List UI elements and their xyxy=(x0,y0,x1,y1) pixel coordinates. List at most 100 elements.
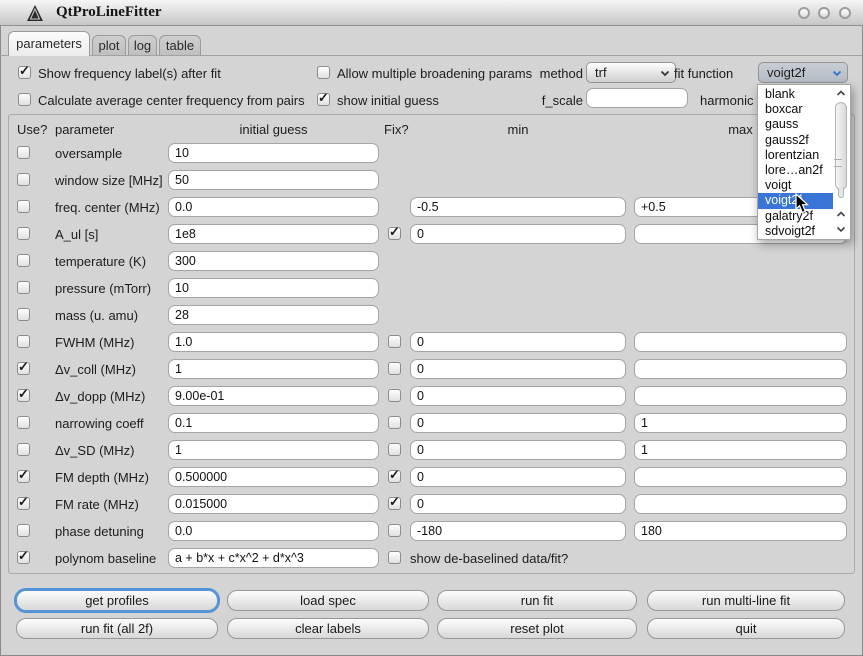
min-input-freq-center-mhz[interactable] xyxy=(410,197,626,217)
fix-checkbox-fwhm-mhz[interactable] xyxy=(388,335,401,348)
popup-item-lorentzian[interactable]: lorentzian xyxy=(758,148,834,163)
fit-function-combobox[interactable]: voigt2f xyxy=(758,62,848,83)
popup-scrollbar[interactable] xyxy=(833,86,849,238)
popup-item-gauss[interactable]: gauss xyxy=(758,117,834,132)
use-checkbox-phase-detuning[interactable] xyxy=(17,524,30,537)
min-input-fm-depth-mhz[interactable] xyxy=(410,467,626,487)
use-checkbox-fm-rate-mhz[interactable]: ✓ xyxy=(17,497,30,510)
initial-guess-input-fwhm-mhz[interactable] xyxy=(168,332,379,352)
initial-guess-input-v-dopp-mhz[interactable] xyxy=(168,386,379,406)
min-input-fm-rate-mhz[interactable] xyxy=(410,494,626,514)
initial-guess-input-mass-u-amu[interactable] xyxy=(168,305,379,325)
show-frequency-labels-checkbox[interactable]: ✓ xyxy=(18,66,31,79)
initial-guess-input-window-size-mhz[interactable] xyxy=(168,170,379,190)
max-input-v-coll-mhz[interactable] xyxy=(634,359,847,379)
show-initial-guess-checkbox[interactable]: ✓ xyxy=(317,93,330,106)
table-row: mass (u. amu) xyxy=(0,305,863,327)
window-button-icon[interactable] xyxy=(798,7,810,19)
reset-plot-button[interactable]: reset plot xyxy=(437,618,637,639)
column-header-initial-guess: initial guess xyxy=(168,122,379,137)
max-input-v-dopp-mhz[interactable] xyxy=(634,386,847,406)
fix-checkbox-a-ul-s[interactable]: ✓ xyxy=(388,227,401,240)
fix-checkbox-v-sd-mhz[interactable] xyxy=(388,443,401,456)
initial-guess-input-a-ul-s[interactable] xyxy=(168,224,379,244)
calc-average-center-checkbox[interactable] xyxy=(18,93,31,106)
allow-multiple-broadening-checkbox[interactable] xyxy=(317,66,330,79)
use-checkbox-freq-center-mhz[interactable] xyxy=(17,200,30,213)
use-checkbox-fm-depth-mhz[interactable]: ✓ xyxy=(17,470,30,483)
scrollbar-thumb[interactable] xyxy=(835,102,847,190)
parameter-label: mass (u. amu) xyxy=(55,308,138,323)
popup-item-boxcar[interactable]: boxcar xyxy=(758,102,834,117)
quit-button[interactable]: quit xyxy=(647,618,845,639)
min-input-a-ul-s[interactable] xyxy=(410,224,626,244)
use-checkbox-temperature-k[interactable] xyxy=(17,254,30,267)
run-multi-line-fit-button[interactable]: run multi-line fit xyxy=(647,590,845,611)
fix-checkbox-v-coll-mhz[interactable] xyxy=(388,362,401,375)
initial-guess-input-v-coll-mhz[interactable] xyxy=(168,359,379,379)
method-combobox[interactable]: trf xyxy=(586,62,676,83)
use-checkbox-polynom-baseline[interactable]: ✓ xyxy=(17,551,30,564)
window-button-icon[interactable] xyxy=(839,7,851,19)
use-checkbox-fwhm-mhz[interactable] xyxy=(17,335,30,348)
fix-checkbox-v-dopp-mhz[interactable] xyxy=(388,389,401,402)
use-checkbox-v-sd-mhz[interactable] xyxy=(17,443,30,456)
use-checkbox-pressure-mtorr[interactable] xyxy=(17,281,30,294)
initial-guess-input-v-sd-mhz[interactable] xyxy=(168,440,379,460)
show-debaselined-checkbox[interactable] xyxy=(388,551,401,564)
initial-guess-input-narrowing-coeff[interactable] xyxy=(168,413,379,433)
max-input-narrowing-coeff[interactable] xyxy=(634,413,847,433)
f-scale-input[interactable] xyxy=(586,88,688,108)
use-checkbox-narrowing-coeff[interactable] xyxy=(17,416,30,429)
use-checkbox-oversample[interactable] xyxy=(17,146,30,159)
popup-item-blank[interactable]: blank xyxy=(758,87,834,102)
fix-checkbox-phase-detuning[interactable] xyxy=(388,524,401,537)
get-profiles-button[interactable]: get profiles xyxy=(16,590,218,611)
tab-table[interactable]: table xyxy=(159,35,201,56)
tab-log[interactable]: log xyxy=(128,35,157,56)
popup-item-voigt[interactable]: voigt xyxy=(758,178,834,193)
initial-guess-input-temperature-k[interactable] xyxy=(168,251,379,271)
use-checkbox-v-coll-mhz[interactable]: ✓ xyxy=(17,362,30,375)
initial-guess-input-pressure-mtorr[interactable] xyxy=(168,278,379,298)
scroll-up-icon[interactable] xyxy=(836,90,846,97)
use-checkbox-window-size-mhz[interactable] xyxy=(17,173,30,186)
popup-item-sdvoigt2f[interactable]: sdvoigt2f xyxy=(758,224,834,239)
window-button-icon[interactable] xyxy=(818,7,830,19)
initial-guess-input-fm-depth-mhz[interactable] xyxy=(168,467,379,487)
scroll-down-icon[interactable] xyxy=(836,226,846,233)
min-input-v-coll-mhz[interactable] xyxy=(410,359,626,379)
tab-parameters[interactable]: parameters xyxy=(8,31,90,56)
initial-guess-input-fm-rate-mhz[interactable] xyxy=(168,494,379,514)
fix-checkbox-fm-rate-mhz[interactable]: ✓ xyxy=(388,497,401,510)
popup-item-gauss2f[interactable]: gauss2f xyxy=(758,133,834,148)
min-input-v-dopp-mhz[interactable] xyxy=(410,386,626,406)
run-fit-button[interactable]: run fit xyxy=(437,590,637,611)
initial-guess-input-oversample[interactable] xyxy=(168,143,379,163)
max-input-fm-depth-mhz[interactable] xyxy=(634,467,847,487)
initial-guess-input-phase-detuning[interactable] xyxy=(168,521,379,541)
use-checkbox-a-ul-s[interactable] xyxy=(17,227,30,240)
min-input-narrowing-coeff[interactable] xyxy=(410,413,626,433)
max-input-phase-detuning[interactable] xyxy=(634,521,847,541)
min-input-fwhm-mhz[interactable] xyxy=(410,332,626,352)
max-input-v-sd-mhz[interactable] xyxy=(634,440,847,460)
fit-function-popup: blankboxcargaussgauss2florentzianlore…an… xyxy=(757,84,851,240)
run-fit-all-2f-button[interactable]: run fit (all 2f) xyxy=(16,618,218,639)
harmonic-label: harmonic xyxy=(700,93,753,108)
fix-checkbox-fm-depth-mhz[interactable]: ✓ xyxy=(388,470,401,483)
initial-guess-input-polynom-baseline[interactable] xyxy=(168,548,379,568)
tab-plot[interactable]: plot xyxy=(92,35,126,56)
clear-labels-button[interactable]: clear labels xyxy=(227,618,429,639)
max-input-fwhm-mhz[interactable] xyxy=(634,332,847,352)
min-input-phase-detuning[interactable] xyxy=(410,521,626,541)
min-input-v-sd-mhz[interactable] xyxy=(410,440,626,460)
use-checkbox-mass-u-amu[interactable] xyxy=(17,308,30,321)
max-input-fm-rate-mhz[interactable] xyxy=(634,494,847,514)
initial-guess-input-freq-center-mhz[interactable] xyxy=(168,197,379,217)
scroll-up-icon[interactable] xyxy=(836,211,846,218)
fix-checkbox-narrowing-coeff[interactable] xyxy=(388,416,401,429)
use-checkbox-v-dopp-mhz[interactable]: ✓ xyxy=(17,389,30,402)
load-spec-button[interactable]: load spec xyxy=(227,590,429,611)
popup-item-lore-an2f[interactable]: lore…an2f xyxy=(758,163,834,178)
